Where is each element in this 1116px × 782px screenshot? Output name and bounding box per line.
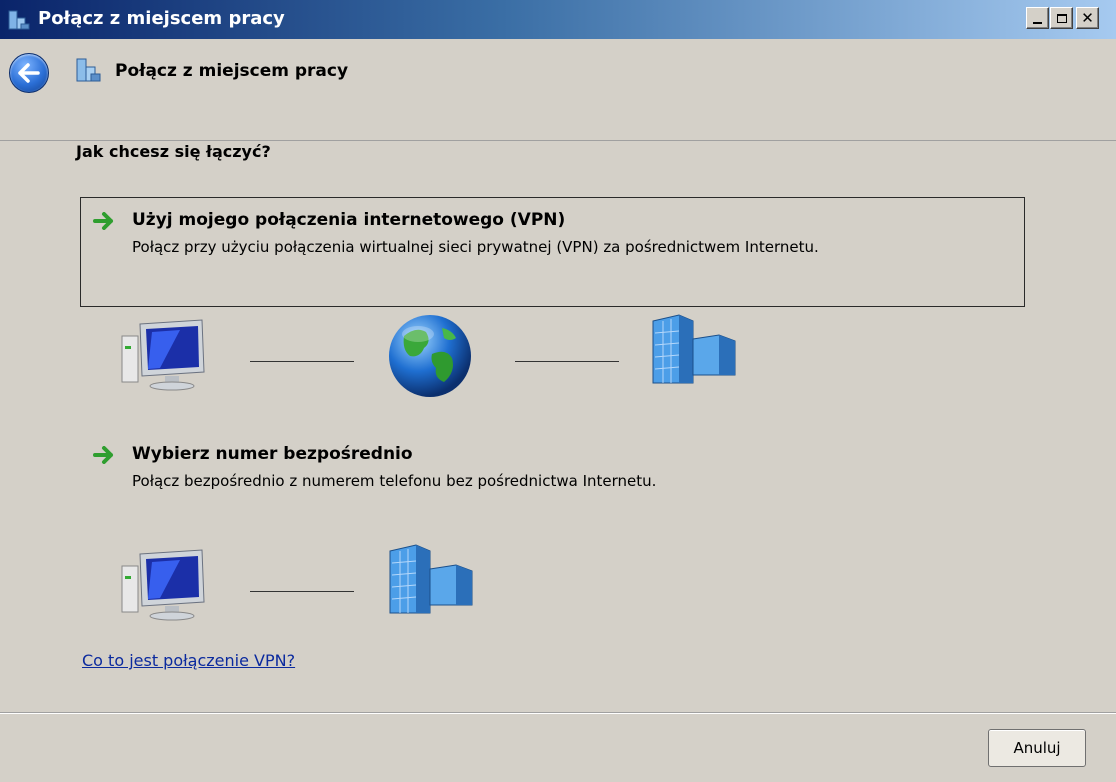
connection-line — [250, 361, 354, 362]
back-button[interactable] — [9, 53, 49, 93]
cancel-button[interactable]: Anuluj — [988, 729, 1086, 767]
option-vpn-title: Użyj mojego połączenia internetowego (VP… — [132, 210, 566, 230]
vpn-help-link[interactable]: Co to jest połączenie VPN? — [82, 651, 295, 670]
computer-icon — [121, 319, 205, 391]
option-vpn-description: Połącz przy użyciu połączenia wirtualnej… — [132, 238, 819, 256]
green-arrow-icon — [93, 212, 113, 230]
connection-line — [250, 591, 354, 592]
header-divider — [0, 140, 1116, 141]
network-building-icon — [76, 58, 101, 82]
close-button[interactable]: ✕ — [1076, 7, 1099, 29]
minimize-icon — [1033, 21, 1042, 24]
option-dial[interactable]: Wybierz numer bezpośrednio Połącz bezpoś… — [80, 431, 1025, 501]
question-heading: Jak chcesz się łączyć? — [76, 142, 271, 161]
page-title: Połącz z miejscem pracy — [115, 61, 349, 81]
close-icon: ✕ — [1081, 8, 1094, 27]
computer-icon — [121, 549, 205, 621]
footer-divider-highlight — [0, 713, 1116, 714]
building-icon — [389, 544, 473, 614]
building-icon — [652, 314, 736, 384]
option-vpn[interactable]: Użyj mojego połączenia internetowego (VP… — [80, 197, 1025, 307]
option-dial-title: Wybierz numer bezpośrednio — [132, 444, 413, 464]
connection-line — [515, 361, 619, 362]
back-arrow-icon — [18, 63, 40, 83]
option-dial-description: Połącz bezpośrednio z numerem telefonu b… — [132, 472, 657, 490]
maximize-icon — [1056, 13, 1067, 23]
navigation-bar: Połącz z miejscem pracy — [0, 41, 1116, 141]
maximize-button[interactable] — [1050, 7, 1073, 29]
network-building-icon — [8, 10, 30, 30]
minimize-button[interactable] — [1026, 7, 1049, 29]
globe-icon — [389, 315, 471, 397]
dialog-window: Połącz z miejscem pracy ✕ Połącz z miejs… — [0, 0, 1116, 782]
title-bar[interactable]: Połącz z miejscem pracy ✕ — [0, 0, 1116, 39]
green-arrow-icon — [93, 446, 113, 464]
window-title: Połącz z miejscem pracy — [38, 8, 285, 29]
